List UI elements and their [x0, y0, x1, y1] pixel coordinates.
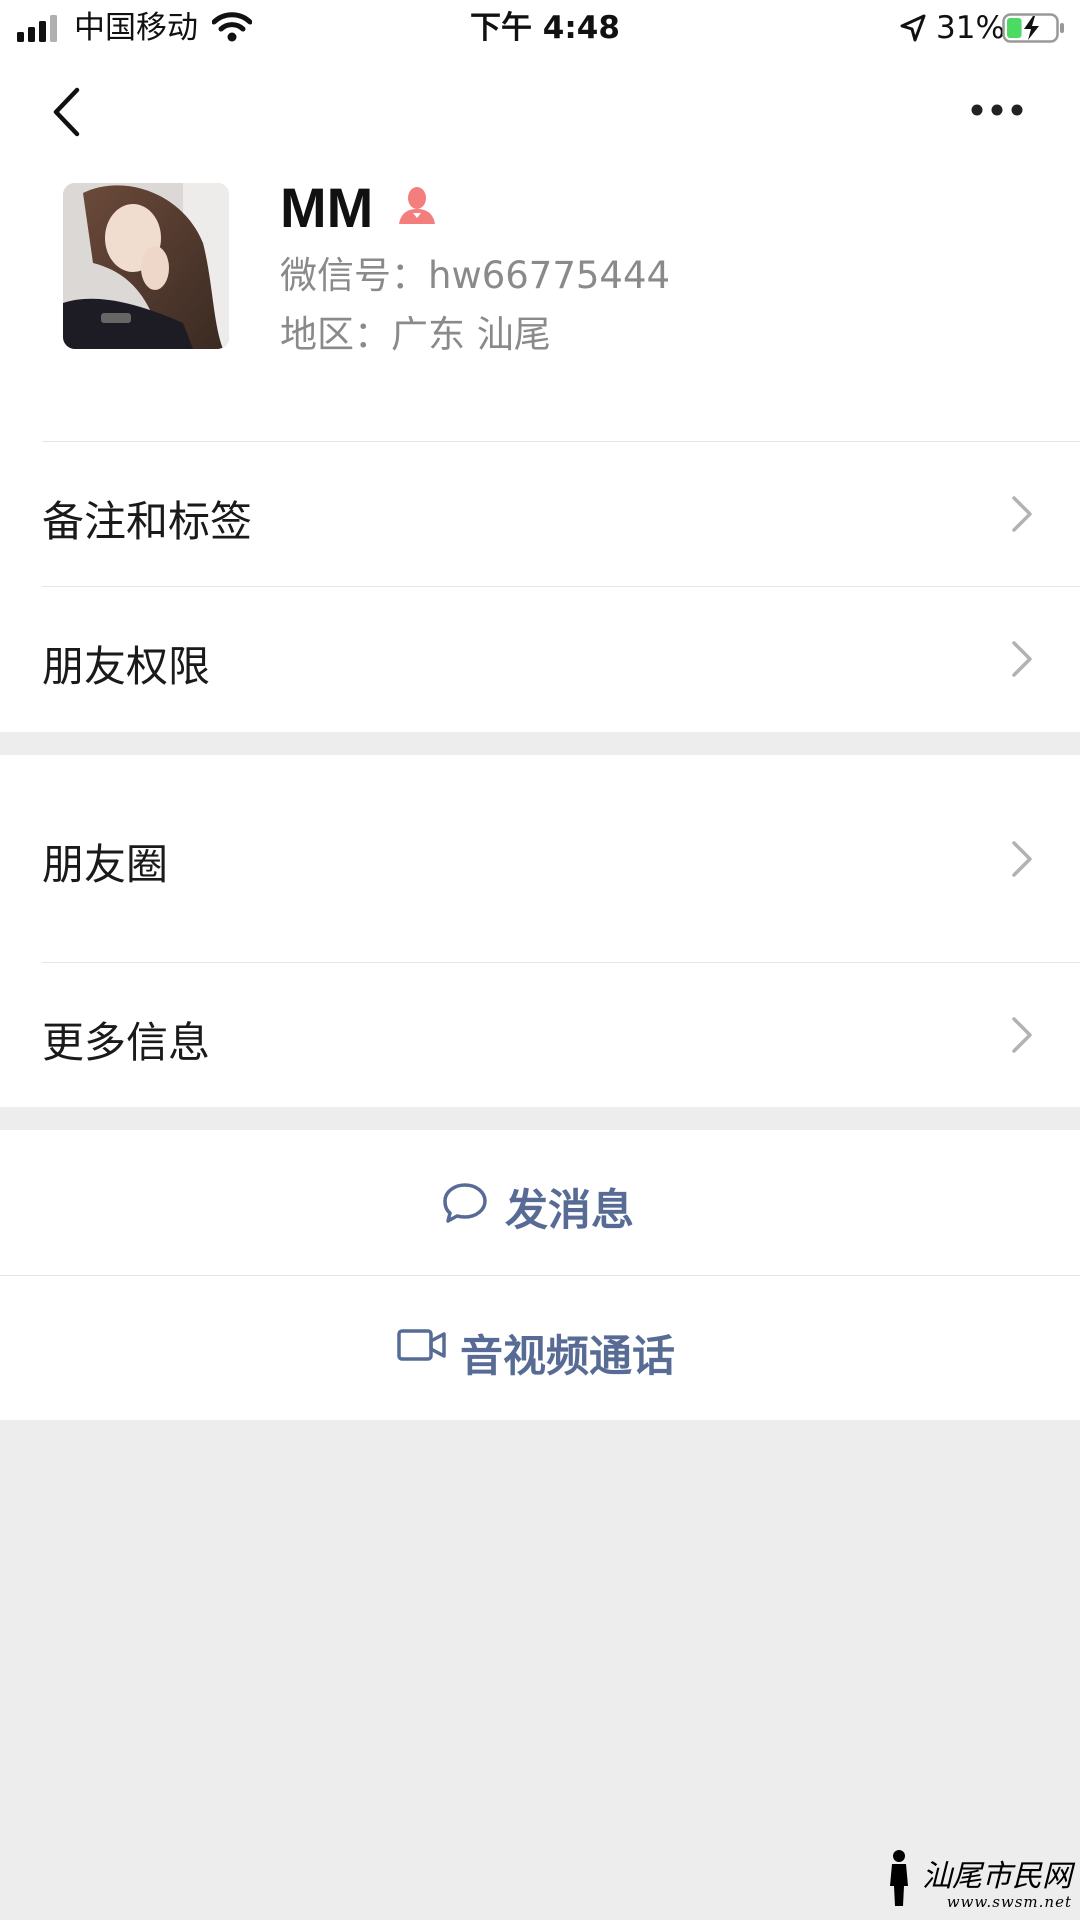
nav-bar	[0, 56, 1080, 166]
more-button[interactable]	[970, 102, 1024, 118]
chevron-right-icon	[1012, 841, 1032, 877]
info-group: 朋友圈 更多信息	[0, 755, 1080, 1107]
watermark-logo: 汕尾市民网 www.swsm.net	[890, 1850, 1072, 1911]
wechat-id: 微信号：hw66775444	[280, 254, 671, 297]
send-message-label: 发消息	[505, 1186, 634, 1236]
watermark-brand: 汕尾市民网	[922, 1859, 1072, 1894]
status-time: 下午 4:48	[470, 10, 620, 46]
more-info-row[interactable]: 更多信息	[0, 963, 1080, 1107]
watermark-url: www.swsm.net	[946, 1893, 1072, 1911]
remarks-and-tags-row[interactable]: 备注和标签	[0, 442, 1080, 586]
video-call-label: 音视频通话	[460, 1332, 675, 1382]
chevron-right-icon	[1012, 641, 1032, 677]
chevron-right-icon	[1012, 496, 1032, 532]
avatar[interactable]	[63, 183, 229, 349]
row-label: 更多信息	[42, 1018, 211, 1067]
wifi-icon	[212, 12, 252, 42]
battery-percent: 31%	[936, 10, 1005, 46]
action-group: 发消息 音视频通话	[0, 1130, 1080, 1420]
chat-bubble-icon	[443, 1183, 487, 1223]
moments-row[interactable]: 朋友圈	[0, 755, 1080, 962]
carrier-name: 中国移动	[74, 10, 198, 46]
send-message-button[interactable]: 发消息	[0, 1130, 1080, 1274]
chevron-right-icon	[1012, 1017, 1032, 1053]
row-label: 朋友圈	[42, 840, 169, 889]
row-label: 朋友权限	[42, 642, 211, 691]
region: 地区：广东 汕尾	[280, 313, 551, 356]
battery-icon	[1002, 13, 1064, 43]
female-icon	[399, 187, 435, 224]
profile-header: MM 微信号：hw66775444 地区：广东 汕尾	[0, 166, 1080, 441]
video-call-button[interactable]: 音视频通话	[0, 1276, 1080, 1420]
settings-group: 备注和标签 朋友权限	[0, 441, 1080, 732]
contact-name: MM	[280, 176, 374, 239]
status-bar: 中国移动 下午 4:48 31%	[0, 0, 1080, 56]
row-label: 备注和标签	[42, 497, 253, 546]
signal-icon	[17, 15, 57, 42]
person-silhouette-icon	[890, 1850, 908, 1906]
video-camera-icon	[397, 1329, 446, 1361]
back-button[interactable]	[50, 86, 84, 138]
location-icon	[900, 14, 926, 42]
friend-permissions-row[interactable]: 朋友权限	[0, 587, 1080, 732]
